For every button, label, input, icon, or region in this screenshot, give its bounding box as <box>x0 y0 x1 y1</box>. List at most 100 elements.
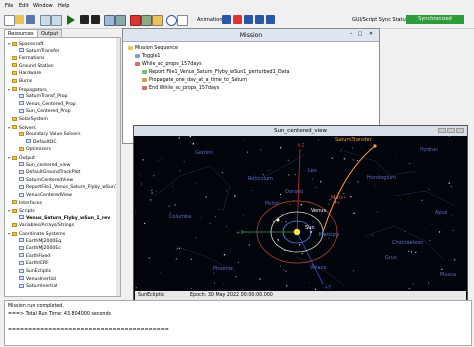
resource-tree-item[interactable]: EarthFixed <box>15 253 50 260</box>
resource-tree-item[interactable]: ▾ Spacecraft <box>8 40 44 47</box>
help-icon[interactable] <box>166 15 177 26</box>
web-icon[interactable] <box>104 15 115 26</box>
resource-tree-label: SaturnInertial <box>26 284 58 290</box>
resource-tree-item[interactable]: Sun_Centered_Prop <box>15 108 71 115</box>
minimize-icon[interactable]: – <box>347 31 355 38</box>
resource-tree-item[interactable]: SolarSystem <box>8 116 48 123</box>
venus-body <box>276 218 280 222</box>
orbit-view-title-bar[interactable]: Sun_centered_view <box>134 126 467 136</box>
resource-tree-item[interactable]: Formations <box>8 55 45 62</box>
resource-tree-item[interactable]: SaturnInertial <box>15 283 57 290</box>
resource-tree-item[interactable]: Sun_centered_view <box>15 162 70 169</box>
mission-title-bar[interactable]: Mission – □ ✕ <box>123 29 379 42</box>
resource-tree-item[interactable]: EarthMJ2000Ec <box>15 245 61 252</box>
animation-faster-icon[interactable] <box>244 15 253 24</box>
command-icon <box>128 45 133 50</box>
star <box>150 199 152 201</box>
menu-edit[interactable]: Edit <box>19 3 29 9</box>
folder-icon <box>12 55 17 60</box>
info-icon[interactable] <box>177 15 188 26</box>
close-icon[interactable]: ✕ <box>367 31 375 38</box>
spacecraft-trajectory <box>322 145 376 233</box>
star <box>441 268 443 271</box>
resource-tree-item[interactable]: Interfaces <box>8 200 42 207</box>
resource-tree-item[interactable]: Hardware <box>8 70 41 77</box>
resource-tree-item[interactable]: Venus_Saturn_Flyby_wSun_1_rev <box>15 215 110 222</box>
resource-tree-item[interactable]: EarthMJ2000Eq <box>15 238 61 245</box>
paste-icon[interactable] <box>51 15 62 26</box>
resource-icon <box>19 48 24 53</box>
command-icon <box>135 61 140 66</box>
animation-stop-icon[interactable] <box>233 15 242 24</box>
resource-icon <box>19 215 24 220</box>
resource-tree-label: Solvers <box>19 125 36 131</box>
resource-icon <box>19 101 24 106</box>
constellation-label: Columba <box>169 214 191 220</box>
resource-tree-item[interactable]: ▾ Scripts <box>8 207 35 214</box>
mission-sequence-label: While_sc_props_157days <box>142 62 202 67</box>
command-icon <box>142 85 147 90</box>
close-icon[interactable] <box>456 128 464 133</box>
animation-step-icon[interactable] <box>266 15 275 24</box>
resource-tree-item[interactable]: SaturnTransf_Prop <box>15 93 67 100</box>
animation-slower-icon[interactable] <box>255 15 264 24</box>
star <box>174 204 176 206</box>
resource-tree-item[interactable]: VenusInertial <box>15 276 56 283</box>
mission-sequence-item[interactable]: End While_sc_props_157days <box>142 85 219 93</box>
layout-icon[interactable] <box>152 15 163 26</box>
save-icon[interactable] <box>26 15 35 24</box>
copy-icon[interactable] <box>40 15 51 26</box>
star <box>243 214 244 216</box>
animation-play-icon[interactable] <box>222 15 231 24</box>
resource-tree-item[interactable]: SunEcliptic <box>15 268 51 275</box>
resource-tree-item[interactable]: DefaultDC <box>22 139 57 146</box>
minimize-icon[interactable] <box>438 128 446 133</box>
resource-tree-item[interactable]: SaturnCenteredView <box>15 177 73 184</box>
resource-tree-item[interactable]: ▾ Output <box>8 154 35 161</box>
pause-icon[interactable] <box>80 15 89 24</box>
resources-scrollbar[interactable] <box>116 38 120 296</box>
maximize-icon[interactable]: □ <box>356 31 364 38</box>
resource-tree-label: Formations <box>19 56 45 62</box>
mission-sequence-item[interactable]: Propagate_one_day_at_a_time_to_Saturn <box>142 77 247 85</box>
orbit-view-canvas[interactable]: +X +Z +Y Sun Venus Mercury Mars SaturnTr… <box>135 136 466 291</box>
resource-icon <box>19 245 24 250</box>
resource-tree-item[interactable]: SaturnTransfer <box>15 48 60 55</box>
resource-tree-item[interactable]: ReportFile1_Venus_Saturn_Flyby_wSun1_per… <box>15 184 120 191</box>
resource-tree-item[interactable]: ▾ Coordinate Systems <box>8 230 65 237</box>
star <box>140 183 143 185</box>
mercury-body <box>309 230 313 234</box>
resource-icon <box>19 238 24 243</box>
mission-sequence-item[interactable]: Mission Sequence <box>128 45 178 53</box>
star <box>356 159 358 162</box>
run-icon[interactable] <box>67 15 75 25</box>
script-icon[interactable] <box>115 15 126 26</box>
menu-window[interactable]: Window <box>33 3 53 9</box>
resource-tree-item[interactable]: ▾ Solvers <box>8 124 36 131</box>
resource-tree-item[interactable]: Venus_Centered_Prop <box>15 101 76 108</box>
resources-tree[interactable]: ▾ Spacecraft SaturnTransfer Formations Groun… <box>4 37 121 297</box>
resource-tree-item[interactable]: ▾ Propagators <box>8 86 47 93</box>
resource-tree-label: Variables/Arrays/Strings <box>19 223 74 229</box>
resource-tree-item[interactable]: Ground Station <box>8 63 54 70</box>
mission-sequence-item[interactable]: Toggle1 <box>135 53 160 61</box>
close-all-icon[interactable] <box>130 15 141 26</box>
resource-tree-item[interactable]: Burns <box>8 78 32 85</box>
resource-tree-item[interactable]: DefaultGroundTrackPlot <box>15 169 80 176</box>
screenshot-icon[interactable] <box>141 15 152 26</box>
menu-help[interactable]: Help <box>58 3 69 9</box>
mission-sequence-item[interactable]: Report File1_Venus_Saturn_Flyby_wSun1_pe… <box>142 69 290 77</box>
resource-tree-item[interactable]: Variables/Arrays/Strings <box>8 222 74 229</box>
open-folder-icon[interactable] <box>15 15 24 24</box>
menu-file[interactable]: File <box>5 3 13 9</box>
mission-sequence-item[interactable]: While_sc_props_157days <box>135 61 202 69</box>
stop-icon[interactable] <box>91 15 100 24</box>
new-file-icon[interactable] <box>4 15 15 26</box>
resource-tree-item[interactable]: Optimizers <box>15 146 51 153</box>
resource-tree-item[interactable]: VenusCenteredView <box>15 192 72 199</box>
resource-tree-item[interactable]: EarthICRF <box>15 260 49 267</box>
star <box>225 190 227 192</box>
resource-tree-item[interactable]: Boundary Value Solvers <box>15 131 81 138</box>
maximize-icon[interactable] <box>447 128 455 133</box>
resource-icon <box>19 276 24 281</box>
